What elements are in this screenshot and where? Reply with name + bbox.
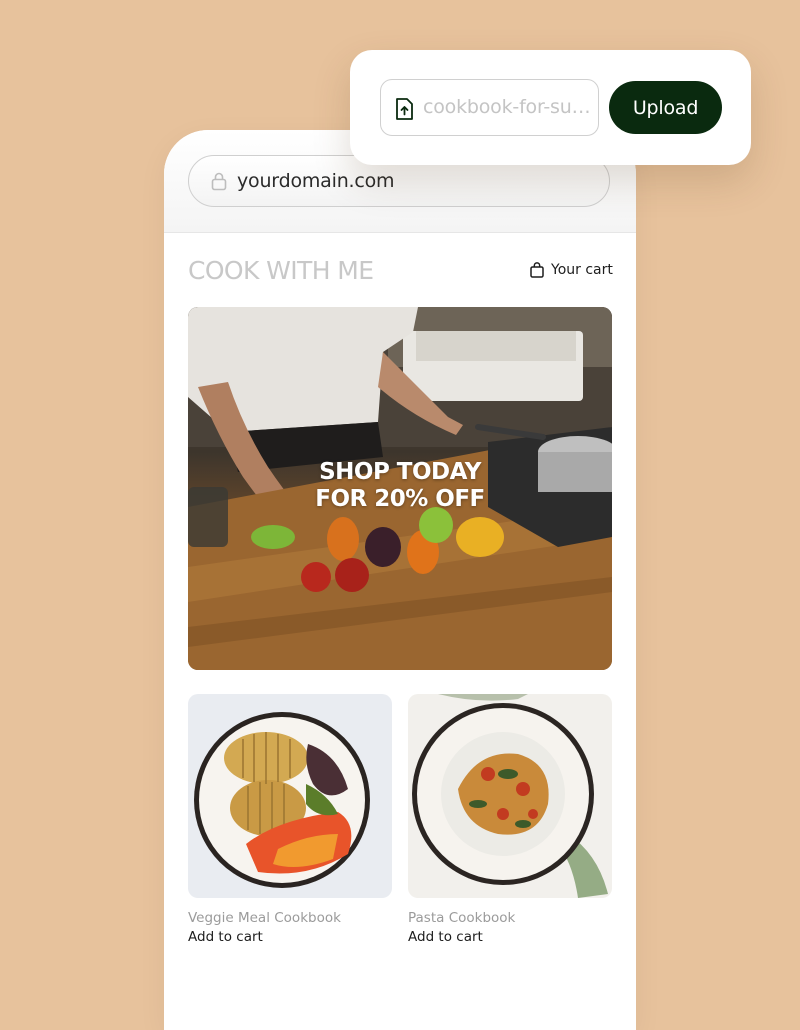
product-card: Pasta Cookbook Add to cart — [408, 694, 612, 947]
upload-panel: cookbook-for-summer.pdf Upload — [350, 50, 751, 165]
hero-line-1: SHOP TODAY — [319, 459, 481, 485]
product-image-pasta[interactable] — [408, 694, 612, 898]
hero-promo-text: SHOP TODAY FOR 20% OFF — [188, 459, 612, 513]
file-input-field[interactable]: cookbook-for-summer.pdf — [380, 79, 599, 136]
phone-frame: yourdomain.com COOK WITH ME Your cart SH… — [164, 130, 636, 1030]
file-upload-icon — [396, 98, 413, 120]
hero-line-2: FOR 20% OFF — [315, 486, 485, 512]
store-brand-title: COOK WITH ME — [188, 256, 374, 285]
your-cart-link[interactable]: Your cart — [530, 260, 613, 280]
product-card: Veggie Meal Cookbook Add to cart — [188, 694, 392, 947]
add-to-cart-link[interactable]: Add to cart — [408, 928, 612, 947]
file-name-text: cookbook-for-summer.pdf — [423, 96, 593, 118]
lock-icon — [211, 172, 227, 191]
shopping-bag-icon — [530, 262, 544, 278]
product-name: Veggie Meal Cookbook — [188, 910, 341, 926]
upload-button[interactable]: Upload — [609, 81, 722, 134]
product-name: Pasta Cookbook — [408, 910, 516, 926]
add-to-cart-link[interactable]: Add to cart — [188, 928, 392, 947]
hero-banner[interactable]: SHOP TODAY FOR 20% OFF — [188, 307, 612, 670]
product-image-veggie[interactable] — [188, 694, 392, 898]
cart-label: Your cart — [551, 262, 613, 278]
url-text: yourdomain.com — [237, 170, 395, 192]
